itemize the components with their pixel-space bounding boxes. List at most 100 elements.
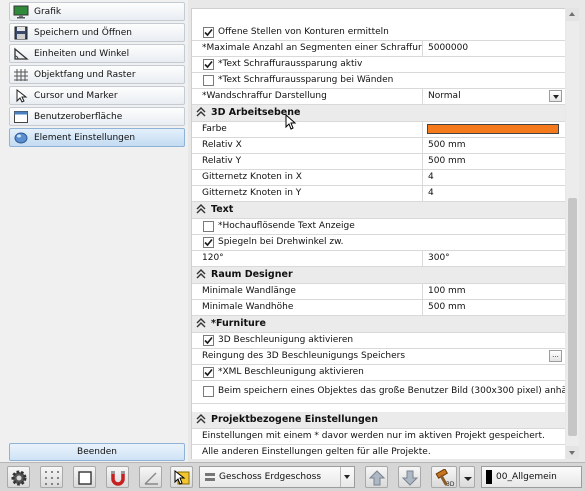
checkbox[interactable]: [203, 27, 214, 38]
scroll-down-button[interactable]: [566, 446, 579, 459]
exit-button[interactable]: Beenden: [9, 443, 185, 461]
setting-row-spiegeln-bei-drehwinkel-zw[interactable]: Spiegeln bei Drehwinkel zw.: [192, 235, 565, 251]
section-title: Text: [211, 204, 234, 215]
value-field[interactable]: 500 mm: [422, 138, 565, 153]
collapse-chevron-icon[interactable]: [196, 107, 206, 118]
checkbox[interactable]: [203, 367, 214, 378]
value-field[interactable]: 500 mm: [422, 154, 565, 169]
checkbox[interactable]: [203, 386, 214, 397]
color-swatch[interactable]: [427, 124, 559, 134]
setting-row-alle-anderen-einstellungen-gelten-f-r-al: Alle anderen Einstellungen gelten für al…: [192, 445, 565, 459]
view-3d-button[interactable]: 3D: [431, 466, 457, 488]
nav-item-einheiten-und-winkel[interactable]: Einheiten und Winkel: [9, 44, 185, 63]
setting-row-offene-stellen-von-konturen-ermitteln[interactable]: Offene Stellen von Konturen ermitteln: [192, 25, 565, 41]
setting-row-text-schraffuraussparung-bei-w-nden[interactable]: *Text Schraffuraussparung bei Wänden: [192, 73, 565, 89]
setting-row-maximale-anzahl-an-segmenten-einer-schra[interactable]: *Maximale Anzahl an Segmenten einer Schr…: [192, 41, 565, 57]
nav-item-label: Einheiten und Winkel: [34, 48, 130, 59]
floor-up-button[interactable]: [365, 466, 388, 488]
floor-down-button[interactable]: [398, 466, 421, 488]
nav-item-objektfang-und-raster[interactable]: Objektfang und Raster: [9, 65, 185, 84]
dropdown-cell[interactable]: Normal: [422, 89, 565, 104]
chevron-down-icon[interactable]: [549, 90, 562, 102]
checkbox[interactable]: [203, 221, 214, 232]
checkbox[interactable]: [203, 335, 214, 346]
setting-label: Beim speichern eines Objektes das große …: [218, 386, 565, 396]
arrow-down-icon: [401, 470, 419, 486]
ellipsis-button[interactable]: ...: [549, 350, 562, 362]
checkbox[interactable]: [203, 59, 214, 70]
section-title: Projektbezogene Einstellungen: [211, 414, 378, 425]
nav-item-element-einstellungen[interactable]: Element Einstellungen: [9, 128, 185, 147]
checkbox[interactable]: [203, 75, 214, 86]
setting-row-reingung-des-3d-beschleunigungs-speicher[interactable]: Reingung des 3D Beschleunigungs Speicher…: [192, 349, 565, 365]
nav-item-label: Benutzeroberfläche: [34, 111, 123, 122]
nav-item-benutzeroberflaeche[interactable]: Benutzeroberfläche: [9, 107, 185, 126]
setting-row-relativ-x[interactable]: Relativ X 500 mm: [192, 138, 565, 154]
nav-item-label: Grafik: [34, 6, 62, 17]
value-field[interactable]: 4: [422, 186, 565, 201]
setting-value: 500 mm: [428, 140, 466, 150]
angle-button[interactable]: [139, 466, 162, 488]
value-field[interactable]: 100 mm: [422, 284, 565, 299]
setting-row-beim-speichern-eines-objektes-das-gro-e-[interactable]: Beim speichern eines Objektes das große …: [192, 381, 565, 404]
collapse-chevron-icon[interactable]: [196, 204, 206, 215]
vertical-scrollbar[interactable]: [566, 8, 579, 459]
setting-row-relativ-y[interactable]: Relativ Y 500 mm: [192, 154, 565, 170]
nav-item-speichern-und-oeffnen[interactable]: Speichern und Öffnen: [9, 23, 185, 42]
settings-gear-button[interactable]: [7, 466, 30, 488]
snap-magnet-button[interactable]: [106, 466, 129, 488]
setting-row-farbe[interactable]: Farbe: [192, 122, 565, 138]
value-field[interactable]: 500 mm: [422, 300, 565, 315]
section-title: Raum Designer: [211, 269, 293, 280]
setting-row-einstellungen-mit-einem-davor-werden-nur: Einstellungen mit einem * davor werden n…: [192, 429, 565, 445]
view-3d-label: 3D: [446, 481, 455, 487]
setting-value: 4: [428, 188, 434, 198]
setting-value: 100 mm: [428, 286, 466, 296]
frame-button[interactable]: [73, 466, 96, 488]
collapse-chevron-icon[interactable]: [196, 269, 206, 280]
setting-label: Farbe: [202, 124, 227, 134]
nav-item-grafik[interactable]: Grafik: [9, 2, 185, 21]
view-3d-dropdown-button[interactable]: [459, 466, 475, 488]
setting-row-gitternetz-knoten-in-y[interactable]: Gitternetz Knoten in Y 4: [192, 186, 565, 202]
setting-row-text-schraffuraussparung-aktiv[interactable]: *Text Schraffuraussparung aktiv: [192, 57, 565, 73]
setting-row-gitternetz-knoten-in-x[interactable]: Gitternetz Knoten in X 4: [192, 170, 565, 186]
cursor-snap-button[interactable]: [170, 466, 193, 488]
section-title: *Furniture: [211, 318, 266, 329]
setting-row-minimale-wandl-nge[interactable]: Minimale Wandlänge 100 mm: [192, 284, 565, 300]
nav-item-label: Speichern und Öffnen: [34, 27, 132, 38]
setting-label: Gitternetz Knoten in Y: [202, 188, 302, 198]
floor-select[interactable]: Geschoss Erdgeschoss: [199, 466, 355, 488]
value-field[interactable]: 4: [422, 170, 565, 185]
scrollbar-thumb[interactable]: [568, 198, 577, 436]
setting-row-hochaufl-sende-text-anzeige[interactable]: *Hochauflösende Text Anzeige: [192, 219, 565, 235]
setting-label: Einstellungen mit einem * davor werden n…: [202, 431, 545, 441]
grid-icon: [14, 68, 28, 81]
section-header-raum-designer: Raum Designer: [192, 267, 565, 284]
checkbox[interactable]: [203, 237, 214, 248]
section-header-projektbezogene-einstellungen: Projektbezogene Einstellungen: [192, 412, 565, 429]
value-field[interactable]: 5000000: [422, 41, 565, 56]
grid-toggle-button[interactable]: [40, 466, 63, 488]
setting-label: Minimale Wandhöhe: [202, 302, 294, 312]
elements-icon: [14, 132, 28, 143]
setting-label: Alle anderen Einstellungen gelten für al…: [202, 447, 431, 457]
setting-row-wandschraffur-darstellung[interactable]: *Wandschraffur Darstellung Normal: [192, 89, 565, 105]
color-picker-cell[interactable]: [422, 122, 565, 137]
nav-item-cursor-und-marker[interactable]: Cursor und Marker: [9, 86, 185, 105]
value-field[interactable]: 300°: [422, 251, 565, 266]
setting-label: *XML Beschleunigung aktivieren: [218, 367, 364, 377]
scroll-up-button[interactable]: [566, 8, 579, 21]
setting-value: 500 mm: [428, 302, 466, 312]
collapse-chevron-icon[interactable]: [196, 414, 206, 425]
setting-row-xml-beschleunigung-aktivieren[interactable]: *XML Beschleunigung aktivieren: [192, 365, 565, 381]
setting-label: Spiegeln bei Drehwinkel zw.: [218, 237, 344, 247]
setting-label: *Hochauflösende Text Anzeige: [218, 221, 355, 231]
setting-label: Offene Stellen von Konturen ermitteln: [218, 27, 389, 37]
setting-row-120[interactable]: 120° 300°: [192, 251, 565, 267]
floppy-disk-icon: [14, 26, 28, 39]
setting-row-minimale-wandh-he[interactable]: Minimale Wandhöhe 500 mm: [192, 300, 565, 316]
layer-select[interactable]: 00_Allgemein: [481, 466, 582, 488]
collapse-chevron-icon[interactable]: [196, 318, 206, 329]
setting-row-3d-beschleunigung-aktivieren[interactable]: 3D Beschleunigung aktivieren: [192, 333, 565, 349]
